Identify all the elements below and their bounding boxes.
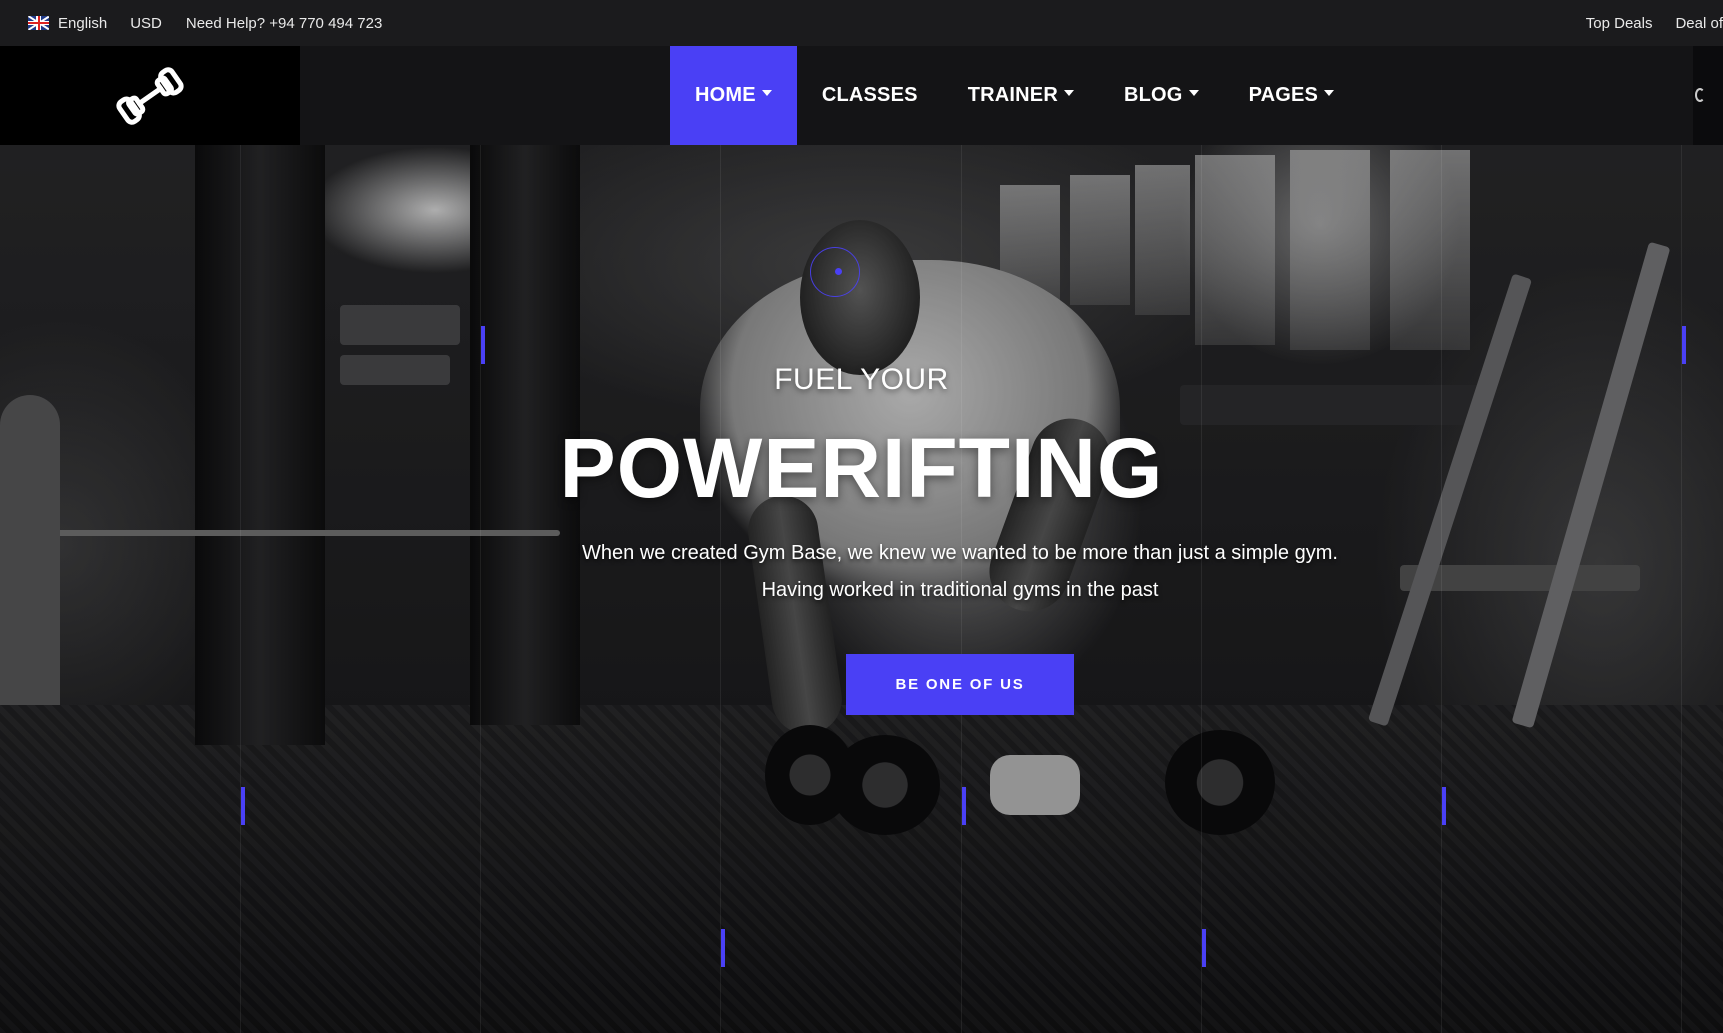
nav-home[interactable]: HOME [670, 46, 797, 145]
language-label: English [58, 14, 108, 32]
nav-blog-label: BLOG [1123, 84, 1183, 106]
hero-title: POWERIFTING [559, 421, 1164, 515]
caret-down-icon [1188, 89, 1199, 96]
top-deals-link[interactable]: Top Deals [1586, 15, 1653, 32]
caret-down-icon [1324, 89, 1335, 96]
nav-classes[interactable]: CLASSES [797, 46, 943, 145]
hero-section: FUEL YOUR POWERIFTING When we created Gy… [0, 145, 1723, 1033]
logo-link[interactable] [0, 46, 300, 145]
currency-selector[interactable]: USD [130, 15, 162, 32]
header-right-edge [1693, 46, 1723, 145]
join-button[interactable]: BE ONE OF US [846, 654, 1074, 715]
hero-content: FUEL YOUR POWERIFTING When we created Gy… [0, 145, 1723, 1033]
main-nav: HOME CLASSES TRAINER BLOG PAGES [670, 46, 1359, 145]
hero-subtitle: FUEL YOUR [774, 363, 949, 396]
caret-down-icon [761, 89, 772, 96]
dumbbell-logo-icon [116, 66, 184, 125]
caret-down-icon [1063, 89, 1074, 96]
nav-pages-label: PAGES [1248, 84, 1319, 106]
hero-description-line-2: Having worked in traditional gyms in the… [761, 579, 1159, 601]
nav-trainer-label: TRAINER [967, 84, 1058, 106]
language-selector[interactable]: English [28, 15, 107, 32]
hero-description: When we created Gym Base, we knew we wan… [560, 535, 1360, 609]
nav-home-label: HOME [695, 84, 756, 106]
nav-classes-label: CLASSES [821, 84, 918, 106]
nav-trainer[interactable]: TRAINER [943, 46, 1099, 145]
top-bar-links: Top Deals Deal of [1586, 0, 1723, 46]
main-header: HOME CLASSES TRAINER BLOG PAGES [0, 46, 1723, 145]
nav-pages[interactable]: PAGES [1224, 46, 1360, 145]
nav-blog[interactable]: BLOG [1099, 46, 1224, 145]
search-icon[interactable] [1695, 88, 1705, 102]
help-phone-text: Need Help? +94 770 494 723 [185, 14, 383, 32]
deal-of-link[interactable]: Deal of [1675, 15, 1723, 32]
top-bar: English USD Need Help? +94 770 494 723 T… [0, 0, 1723, 46]
top-bar-left: English USD Need Help? +94 770 494 723 [0, 0, 382, 46]
uk-flag-icon [28, 16, 49, 30]
hero-description-line-1: When we created Gym Base, we knew we wan… [582, 542, 1338, 564]
